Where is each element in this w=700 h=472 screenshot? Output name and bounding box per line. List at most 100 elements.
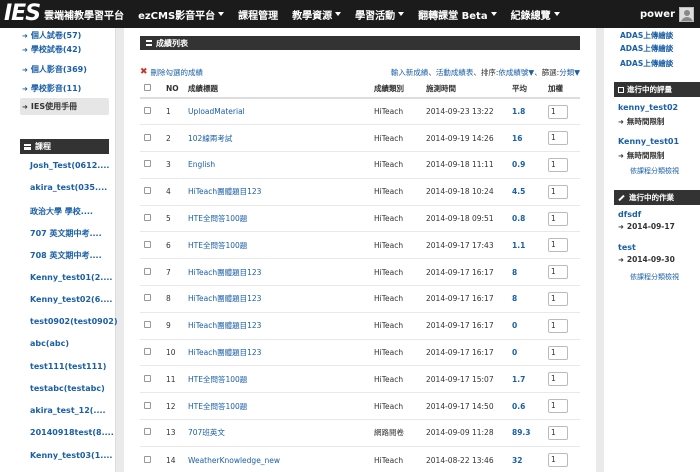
homework-link[interactable]: dfsdf [618,210,641,219]
row-title-link[interactable]: HiTeach團體題目123 [184,177,370,206]
nav-flipped-classroom[interactable]: 翻轉課堂 Beta [418,7,497,22]
sidebar-item-personal-tests[interactable]: ➜ 個人試卷(57) [22,30,81,41]
row-title-link[interactable]: HiTeach團體題目123 [184,285,370,313]
evaluation-limit-text: 無時間限制 [626,151,665,160]
col-time[interactable]: 施測時間 [422,80,508,99]
table-row: 8 HiTeach團體題目123 HiTeach 2014-09-17 16:17 8 1 [140,285,580,313]
row-checkbox[interactable] [144,240,151,248]
weight-input[interactable]: 1 [548,399,568,414]
weight-input[interactable]: 1 [548,291,568,306]
delete-x-icon: ✖ [140,67,148,77]
adas-link[interactable]: ADAS上傳繪談 [620,58,673,69]
row-checkbox[interactable] [144,348,151,356]
row-checkbox[interactable] [144,214,151,222]
weight-input[interactable]: 1 [548,131,568,146]
row-checkbox[interactable] [144,133,151,141]
row-title-link[interactable]: HiTeach團體題目123 [184,311,370,340]
course-link[interactable]: 707 英文期中考.... [30,228,102,239]
user-menu[interactable]: power [640,0,694,28]
evaluation-link[interactable]: Kenny_test01 [618,137,679,146]
row-title-link[interactable]: UploadMaterial [184,97,370,125]
row-checkbox[interactable] [144,374,151,382]
row-title-link[interactable]: 707班英文 [184,419,370,447]
course-link[interactable]: Kenny_test01(2.... [30,273,112,282]
row-title-link[interactable]: HTE全問答100題 [184,392,370,420]
row-checkbox[interactable] [144,321,151,329]
weight-input[interactable]: 1 [548,345,568,360]
row-title-link[interactable]: 102線兩考試 [184,124,370,152]
evaluations-by-course-link[interactable]: 依課程分類檢視 [630,166,679,176]
brand-logo[interactable]: IES 雲端補教學習平台 [0,0,124,28]
sidebar-item-school-tests[interactable]: ➜ 學校試卷(42) [22,44,81,55]
course-link[interactable]: Kenny_test02(6.... [30,295,112,304]
nav-ezcms[interactable]: ezCMS影音平台 [138,7,225,22]
row-title-link[interactable]: HTE全問答100題 [184,231,370,259]
sort-dropdown[interactable]: 依成績號 [498,68,528,77]
weight-input[interactable]: 1 [548,265,568,280]
weight-input[interactable]: 1 [548,372,568,387]
username: power [640,8,675,20]
weight-input[interactable]: 1 [548,318,568,333]
weight-input[interactable]: 1 [548,453,568,467]
row-title-link[interactable]: HTE全問答100題 [184,204,370,232]
course-link[interactable]: testabc(testabc) [30,384,105,393]
row-select-cell [140,97,162,125]
course-link[interactable]: test0902(test0902) [30,317,118,326]
new-grade-link[interactable]: 輸入新成績 [391,68,429,77]
homework-by-course-link[interactable]: 依課程分類檢視 [630,272,679,282]
course-link[interactable]: akira_test_12(.... [30,406,106,415]
course-link[interactable]: 708 英文期中考.... [30,250,102,261]
col-no[interactable]: NO [162,80,184,99]
row-checkbox[interactable] [144,187,151,195]
course-link[interactable]: test111(test111) [30,362,106,371]
row-no: 8 [162,285,184,313]
course-link[interactable]: Josh_Test(0612.... [30,161,109,170]
row-time: 2014-09-17 16:17 [422,311,508,340]
nav-learning-activities[interactable]: 學習活動 [355,7,405,22]
nav-records-overview[interactable]: 紀錄總覽 [511,7,560,22]
row-title-link[interactable]: English [184,151,370,179]
col-weight[interactable]: 加權 [544,80,580,99]
row-title-link[interactable]: HiTeach團體題目123 [184,338,370,366]
weight-input[interactable]: 1 [548,425,568,440]
course-link[interactable]: 政治大學 學校.... [30,206,93,217]
course-link[interactable]: 20140918test(8.... [30,428,114,437]
weight-input[interactable]: 1 [548,238,568,253]
sidebar-item-ies-manual[interactable]: ➜ IES使用手冊 [20,98,109,115]
activity-sheet-link[interactable]: 活動成績表 [436,68,474,77]
col-title[interactable]: 成績標題 [184,80,370,99]
row-checkbox[interactable] [144,160,151,168]
homework-link[interactable]: test [618,243,636,252]
course-link[interactable]: Kenny_test03(1.... [30,451,112,460]
row-checkbox[interactable] [144,294,151,302]
row-checkbox[interactable] [144,455,151,463]
weight-input[interactable]: 1 [548,184,568,199]
arrow-right-icon: ➜ [22,45,28,54]
col-avg[interactable]: 平均 [508,80,544,99]
course-link[interactable]: akira_test(035.... [30,183,107,192]
weight-input[interactable]: 1 [548,211,568,226]
delete-selected-link[interactable]: ✖ 刪除勾選的成績 [140,67,203,78]
weight-input[interactable]: 1 [548,104,568,119]
filter-dropdown[interactable]: 分類 [559,68,574,77]
row-time: 2014-09-17 15:07 [422,365,508,393]
row-checkbox[interactable] [144,107,151,115]
row-checkbox[interactable] [144,428,151,436]
row-title-link[interactable]: WeatherKnowledge_new [184,445,370,472]
select-all-checkbox[interactable] [144,84,151,91]
nav-teaching-resources[interactable]: 教學資源 [292,7,342,22]
sidebar-item-school-videos[interactable]: ➜ 學校影音(11) [22,83,81,94]
evaluation-link[interactable]: kenny_test02 [618,103,678,112]
row-checkbox[interactable] [144,267,151,275]
nav-course-management[interactable]: 課程管理 [238,7,278,22]
course-link[interactable]: abc(abc) [30,339,69,348]
sidebar-item-personal-videos[interactable]: ➜ 個人影音(369) [22,64,87,75]
row-title-link[interactable]: HiTeach團體題目123 [184,258,370,286]
row-no: 6 [162,231,184,259]
row-checkbox[interactable] [144,401,151,409]
adas-link[interactable]: ADAS上傳繪談 [620,43,673,54]
col-category[interactable]: 成績類別 [370,80,422,99]
adas-link[interactable]: ADAS上傳繪談 [620,30,673,41]
weight-input[interactable]: 1 [548,157,568,172]
row-title-link[interactable]: HTE全問答100題 [184,365,370,393]
